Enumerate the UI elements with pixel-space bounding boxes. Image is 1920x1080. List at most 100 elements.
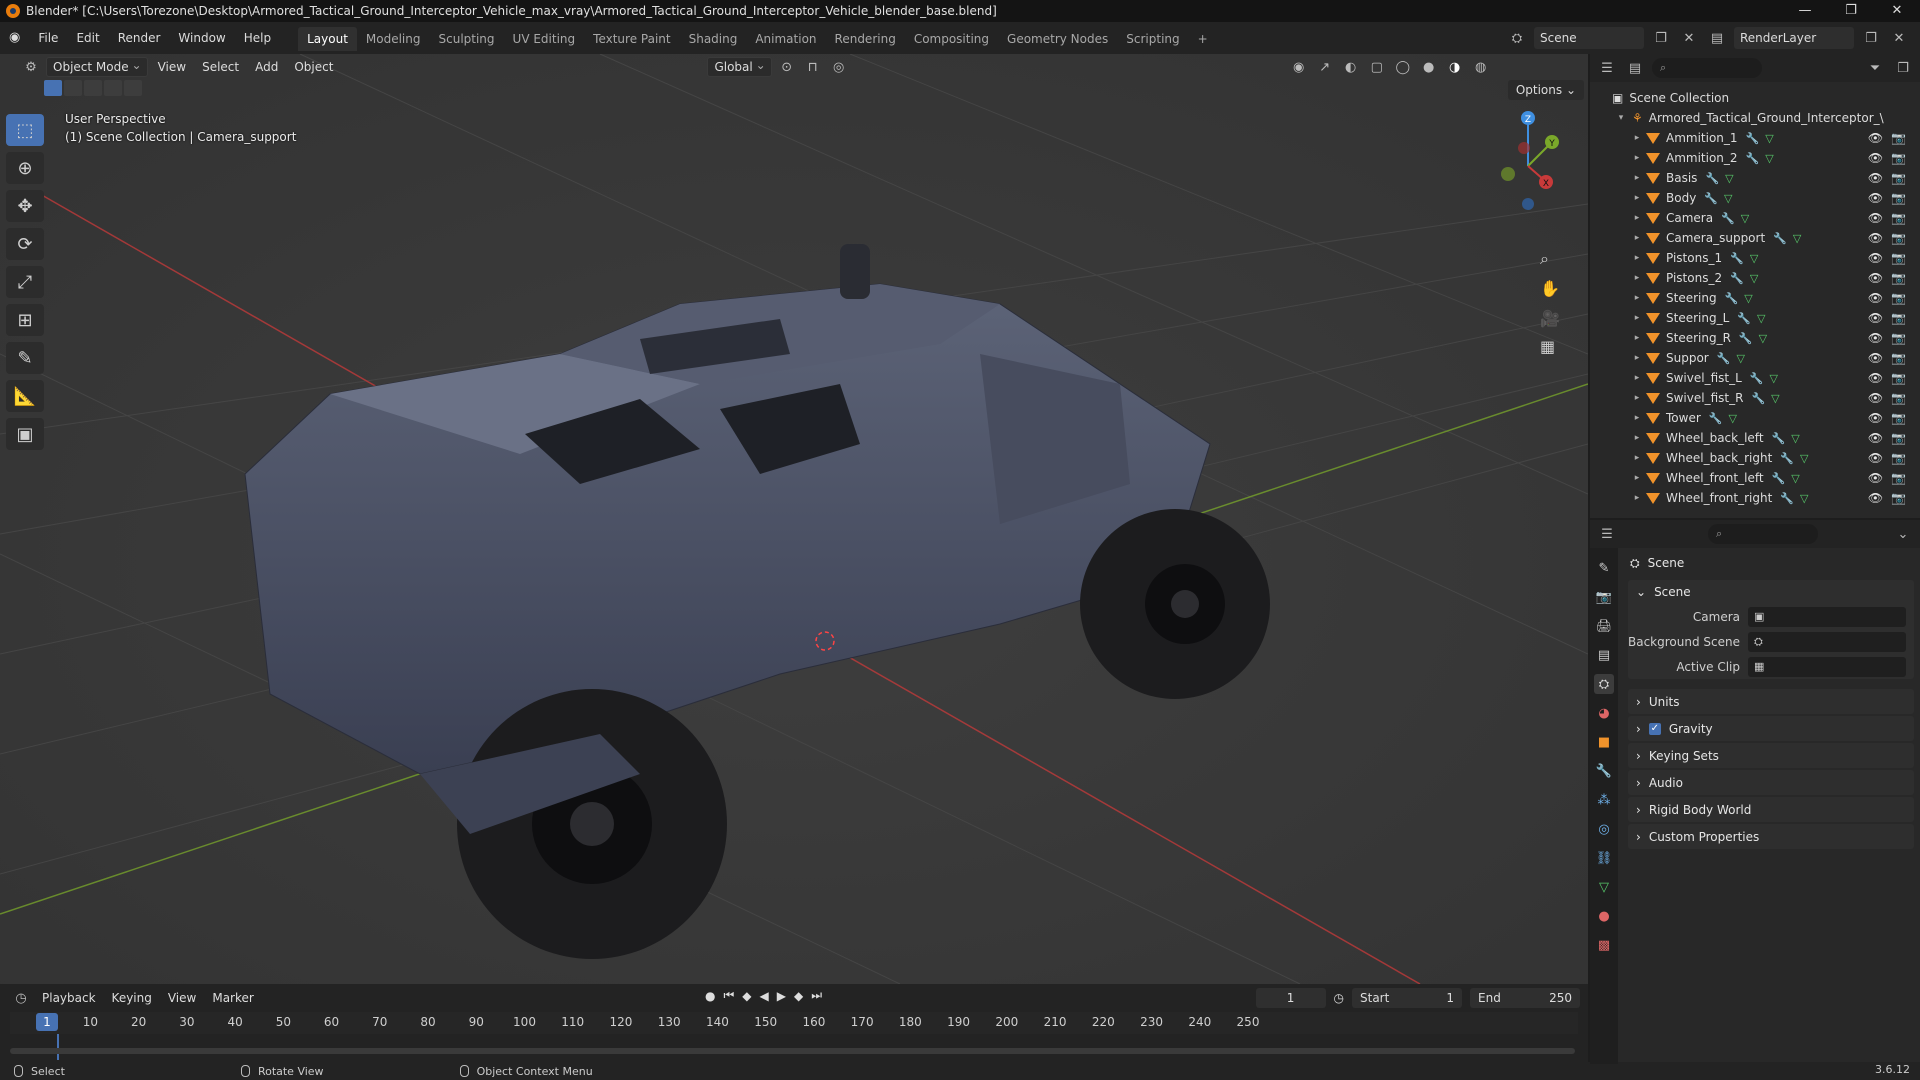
- outliner-object-row[interactable]: ▸ Wheel_front_left 🔧 ▽ 👁 📷: [1590, 468, 1920, 488]
- outliner-collection[interactable]: ▾ ⚘ Armored_Tactical_Ground_Interceptor_\: [1590, 108, 1920, 128]
- scene-icon[interactable]: ⛭: [1506, 27, 1528, 49]
- snap-icon[interactable]: ⊓: [802, 56, 824, 78]
- timeline-menu-playback[interactable]: Playback: [36, 991, 102, 1005]
- workspace-tab-compositing[interactable]: Compositing: [905, 27, 998, 51]
- render-camera-icon[interactable]: 📷: [1891, 311, 1906, 325]
- modifier-icon[interactable]: 🔧: [1739, 332, 1753, 345]
- annotate-tool-icon[interactable]: ✎: [6, 342, 44, 374]
- render-camera-icon[interactable]: 📷: [1891, 391, 1906, 405]
- playhead-line[interactable]: [57, 1034, 59, 1060]
- modifier-icon[interactable]: 🔧: [1773, 232, 1787, 245]
- expand-arrow-icon[interactable]: ▸: [1632, 293, 1642, 303]
- overlay-toggle-icon[interactable]: ◐: [1340, 56, 1362, 78]
- record-icon[interactable]: ●: [705, 989, 715, 1003]
- eye-icon[interactable]: 👁: [1868, 131, 1883, 145]
- modifier-icon[interactable]: 🔧: [1730, 252, 1744, 265]
- menu-window[interactable]: Window: [169, 22, 234, 54]
- clock-icon[interactable]: ◷: [1334, 991, 1344, 1005]
- material-tab-icon[interactable]: ●: [1594, 906, 1614, 926]
- viewport-menu-select[interactable]: Select: [196, 54, 245, 80]
- render-camera-icon[interactable]: 📷: [1891, 331, 1906, 345]
- modifier-icon[interactable]: 🔧: [1751, 392, 1765, 405]
- render-camera-icon[interactable]: 📷: [1891, 271, 1906, 285]
- expand-arrow-icon[interactable]: ▸: [1632, 373, 1642, 383]
- expand-arrow-icon[interactable]: ▸: [1632, 213, 1642, 223]
- outliner-object-row[interactable]: ▸ Wheel_back_right 🔧 ▽ 👁 📷: [1590, 448, 1920, 468]
- menu-render[interactable]: Render: [109, 22, 170, 54]
- mesh-data-icon[interactable]: ▽: [1800, 452, 1808, 465]
- outliner-object-row[interactable]: ▸ Basis 🔧 ▽ 👁 📷: [1590, 168, 1920, 188]
- outliner-scene-collection[interactable]: ▣ Scene Collection: [1590, 88, 1920, 108]
- eye-icon[interactable]: 👁: [1868, 331, 1883, 345]
- delete-scene-icon[interactable]: ✕: [1678, 27, 1700, 49]
- scene-tab-icon[interactable]: ⛭: [1594, 674, 1614, 694]
- expand-arrow-icon[interactable]: ▸: [1632, 333, 1642, 343]
- render-camera-icon[interactable]: 📷: [1891, 251, 1906, 265]
- expand-arrow-icon[interactable]: ▸: [1632, 353, 1642, 363]
- current-frame-marker[interactable]: 1: [36, 1013, 58, 1031]
- active-clip-field[interactable]: ▦: [1748, 656, 1906, 677]
- gravity-panel[interactable]: › ✓ Gravity: [1628, 716, 1914, 741]
- view-layer-field[interactable]: RenderLayer: [1734, 27, 1854, 49]
- eye-icon[interactable]: 👁: [1868, 211, 1883, 225]
- outliner-object-row[interactable]: ▸ Wheel_back_left 🔧 ▽ 👁 📷: [1590, 428, 1920, 448]
- render-camera-icon[interactable]: 📷: [1891, 491, 1906, 505]
- menu-file[interactable]: File: [29, 22, 67, 54]
- wireframe-shading-icon[interactable]: ◯: [1392, 56, 1414, 78]
- workspace-tab-scripting[interactable]: Scripting: [1117, 27, 1188, 51]
- workspace-tab-geometry-nodes[interactable]: Geometry Nodes: [998, 27, 1117, 51]
- scale-tool-icon[interactable]: ⤢: [6, 266, 44, 298]
- modifier-icon[interactable]: 🔧: [1709, 412, 1723, 425]
- outliner-object-row[interactable]: ▸ Steering_R 🔧 ▽ 👁 📷: [1590, 328, 1920, 348]
- material-shading-icon[interactable]: ◑: [1444, 56, 1466, 78]
- expand-arrow-icon[interactable]: ▸: [1632, 253, 1642, 263]
- timeline-menu-marker[interactable]: Marker: [206, 991, 259, 1005]
- eye-icon[interactable]: 👁: [1868, 471, 1883, 485]
- eye-icon[interactable]: 👁: [1868, 251, 1883, 265]
- transform-orientation-dropdown[interactable]: Global: [707, 56, 772, 77]
- expand-arrow-icon[interactable]: ▸: [1632, 133, 1642, 143]
- viewport-menu-add[interactable]: Add: [249, 54, 284, 80]
- camera-view-icon[interactable]: 🎥: [1540, 309, 1560, 328]
- mesh-data-icon[interactable]: ▽: [1741, 212, 1749, 225]
- editor-type-icon[interactable]: ⚙: [20, 56, 42, 78]
- delete-view-layer-icon[interactable]: ✕: [1888, 27, 1910, 49]
- gizmo-toggle-icon[interactable]: ↗: [1314, 56, 1336, 78]
- texture-tab-icon[interactable]: ▩: [1594, 935, 1614, 955]
- render-camera-icon[interactable]: 📷: [1891, 151, 1906, 165]
- render-camera-icon[interactable]: 📷: [1891, 231, 1906, 245]
- mesh-data-icon[interactable]: ▽: [1765, 152, 1773, 165]
- add-workspace-button[interactable]: +: [1189, 27, 1217, 51]
- pivot-point-icon[interactable]: ⊙: [776, 56, 798, 78]
- outliner-object-row[interactable]: ▸ Body 🔧 ▽ 👁 📷: [1590, 188, 1920, 208]
- object-tab-icon[interactable]: ■: [1594, 732, 1614, 752]
- mesh-data-icon[interactable]: ▽: [1791, 472, 1799, 485]
- outliner-object-row[interactable]: ▸ Ammition_1 🔧 ▽ 👁 📷: [1590, 128, 1920, 148]
- mesh-data-icon[interactable]: ▽: [1728, 412, 1736, 425]
- eye-icon[interactable]: 👁: [1868, 371, 1883, 385]
- properties-search-input[interactable]: ⌕: [1708, 524, 1818, 544]
- timeline-menu-view[interactable]: View: [162, 991, 202, 1005]
- transform-tool-icon[interactable]: ⊞: [6, 304, 44, 336]
- view-layer-tab-icon[interactable]: ▤: [1594, 645, 1614, 665]
- tool-tab-icon[interactable]: ✎: [1594, 558, 1614, 578]
- expand-arrow-icon[interactable]: ▸: [1632, 193, 1642, 203]
- eye-icon[interactable]: 👁: [1868, 171, 1883, 185]
- select-subtract-icon[interactable]: [84, 80, 102, 96]
- eye-icon[interactable]: 👁: [1868, 231, 1883, 245]
- view-layer-icon[interactable]: ▤: [1706, 27, 1728, 49]
- eye-icon[interactable]: 👁: [1868, 491, 1883, 505]
- units-panel[interactable]: › Units: [1628, 689, 1914, 714]
- mesh-data-icon[interactable]: ▽: [1724, 192, 1732, 205]
- timeline-scrollbar[interactable]: [10, 1048, 1575, 1054]
- mesh-data-icon[interactable]: ▽: [1791, 432, 1799, 445]
- viewport-menu-object[interactable]: Object: [288, 54, 339, 80]
- display-mode-icon[interactable]: ▤: [1624, 57, 1646, 79]
- render-camera-icon[interactable]: 📷: [1891, 211, 1906, 225]
- mesh-data-icon[interactable]: ▽: [1736, 352, 1744, 365]
- maximize-button[interactable]: ❐: [1828, 0, 1874, 22]
- gravity-checkbox[interactable]: ✓: [1648, 722, 1661, 735]
- object-mode-dropdown[interactable]: Object Mode: [46, 56, 148, 77]
- eye-icon[interactable]: 👁: [1868, 311, 1883, 325]
- new-view-layer-icon[interactable]: ❐: [1860, 27, 1882, 49]
